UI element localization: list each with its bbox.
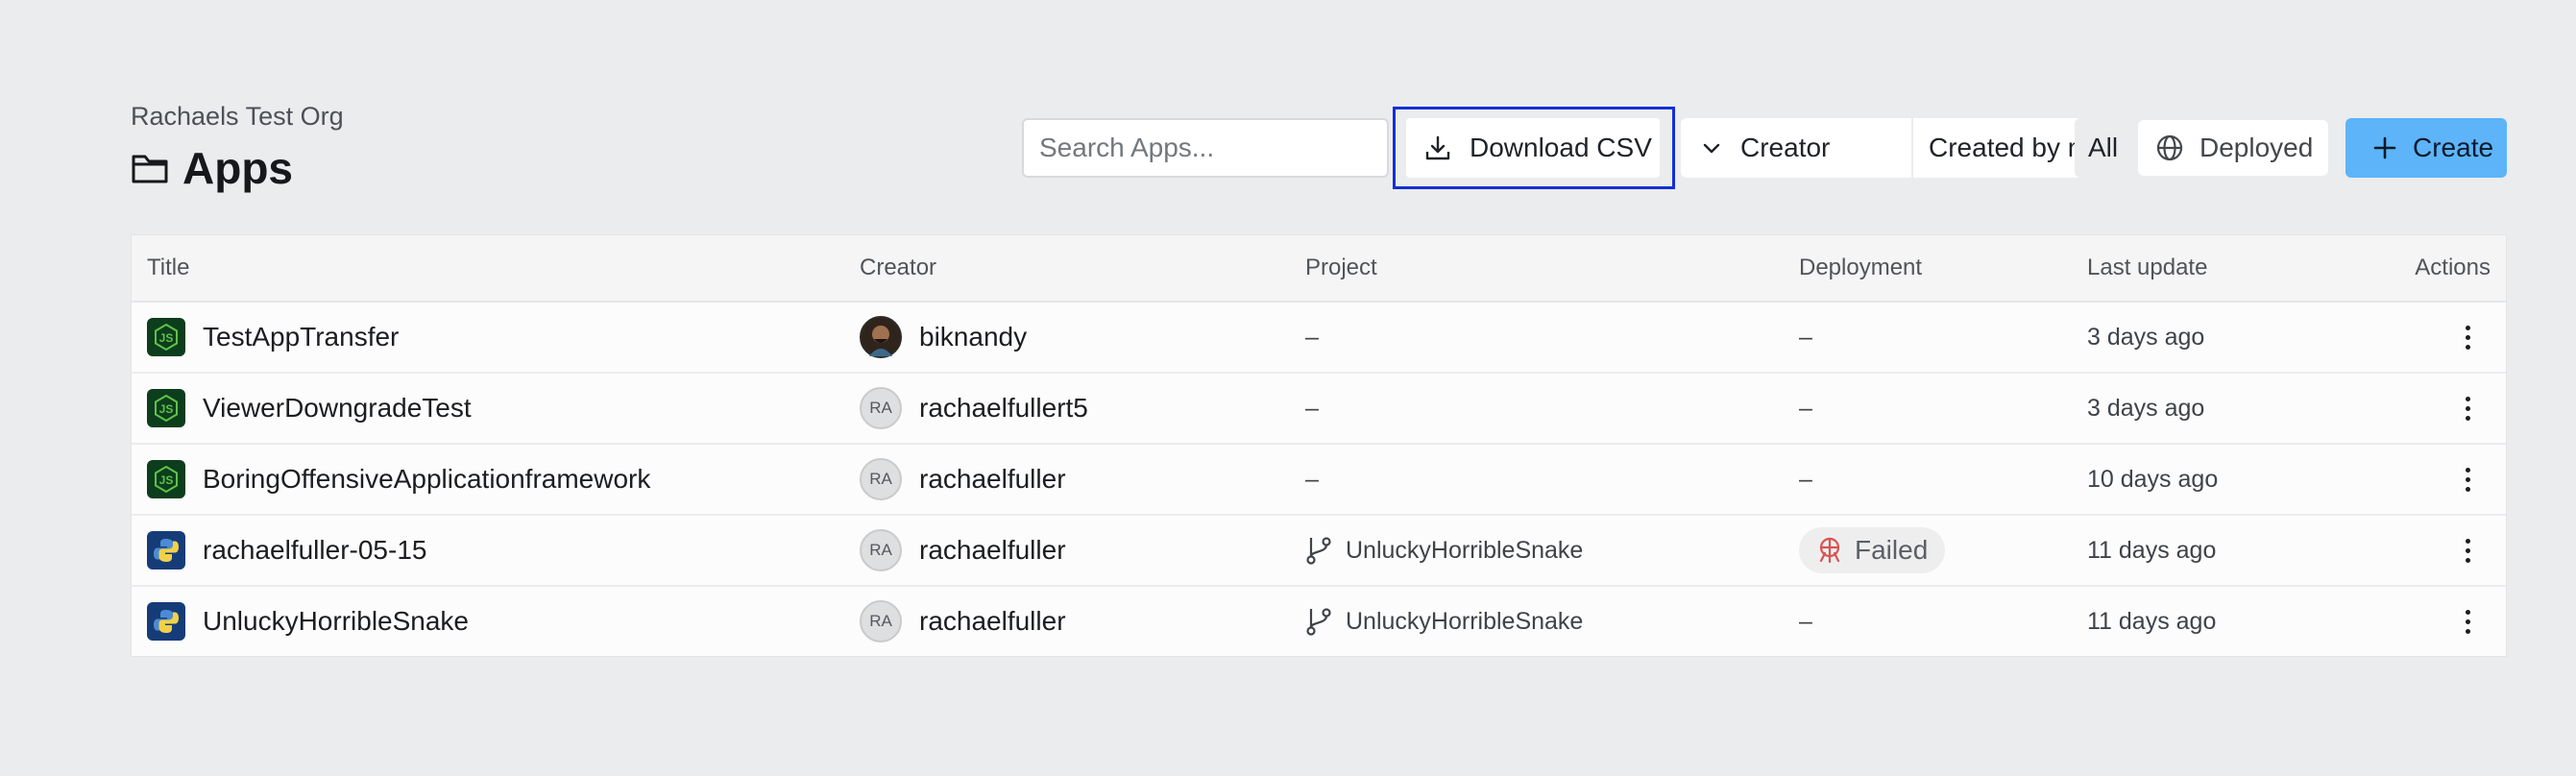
chevron-down-icon	[1703, 143, 1720, 154]
last-update: 3 days ago	[2087, 394, 2205, 422]
filter-deployed-label: Deployed	[2199, 133, 2314, 162]
avatar: RA	[860, 600, 902, 643]
table-row[interactable]: JS TestAppTransfer biknandy – – 3 days a…	[132, 303, 2506, 374]
app-title-link[interactable]: BoringOffensiveApplicationframework	[203, 464, 650, 495]
git-branch-icon	[1306, 608, 1331, 636]
avatar	[860, 316, 902, 358]
column-header-last-update[interactable]: Last update	[2087, 235, 2207, 301]
python-icon	[147, 531, 185, 570]
creator-filter-label: Creator	[1740, 133, 1831, 162]
column-header-title[interactable]: Title	[147, 235, 189, 301]
create-button[interactable]: Create	[2345, 118, 2507, 178]
avatar: RA	[860, 458, 902, 500]
failed-rocket-icon	[1819, 537, 1840, 564]
project-name[interactable]: UnluckyHorribleSnake	[1346, 608, 1583, 636]
more-actions-icon[interactable]	[2458, 325, 2477, 350]
filter-deployed-option[interactable]: Deployed	[2138, 120, 2328, 176]
svg-text:JS: JS	[159, 402, 174, 416]
status-badge: Failed	[1799, 527, 1946, 573]
avatar: RA	[860, 529, 902, 571]
app-title-link[interactable]: rachaelfuller-05-15	[203, 535, 426, 566]
apps-table: Title Creator Project Deployment Last up…	[131, 234, 2507, 657]
download-csv-button[interactable]: Download CSV	[1406, 118, 1660, 178]
create-label: Create	[2413, 133, 2494, 162]
filter-all-label: All	[2088, 133, 2119, 162]
search-box[interactable]	[1022, 118, 1389, 178]
table-row[interactable]: JS ViewerDowngradeTest RA rachaelfullert…	[132, 374, 2506, 445]
folder-icon	[132, 155, 168, 183]
svg-text:JS: JS	[159, 331, 174, 345]
more-actions-icon[interactable]	[2458, 396, 2477, 421]
last-update: 3 days ago	[2087, 323, 2205, 351]
search-input[interactable]	[1024, 132, 1388, 164]
python-icon	[147, 602, 185, 641]
table-header: Title Creator Project Deployment Last up…	[132, 235, 2506, 303]
column-header-creator[interactable]: Creator	[860, 235, 936, 301]
nodejs-icon: JS	[147, 460, 185, 498]
last-update: 11 days ago	[2087, 607, 2217, 635]
deployment-status: Failed	[1855, 535, 1929, 565]
column-header-deployment[interactable]: Deployment	[1799, 235, 1922, 301]
column-header-actions: Actions	[2415, 255, 2491, 280]
project-name: –	[1305, 323, 1319, 351]
creator-name: rachaelfuller	[919, 535, 1066, 565]
creator-name: rachaelfullert5	[919, 393, 1088, 423]
more-actions-icon[interactable]	[2458, 467, 2477, 492]
download-csv-label: Download CSV	[1470, 133, 1652, 162]
creator-name: rachaelfuller	[919, 606, 1066, 636]
column-header-project[interactable]: Project	[1305, 235, 1377, 301]
table-row[interactable]: UnluckyHorribleSnake RA rachaelfuller Un…	[132, 587, 2506, 656]
globe-icon	[2156, 134, 2183, 161]
table-row[interactable]: JS BoringOffensiveApplicationframework R…	[132, 445, 2506, 516]
download-icon	[1425, 135, 1450, 160]
page-title-text: Apps	[182, 143, 293, 193]
creator-filter-dropdown[interactable]: Creator	[1681, 118, 1913, 178]
creator-name: rachaelfuller	[919, 464, 1066, 494]
app-title-link[interactable]: TestAppTransfer	[203, 322, 399, 352]
table-row[interactable]: rachaelfuller-05-15 RA rachaelfuller Unl…	[132, 516, 2506, 587]
svg-text:JS: JS	[159, 473, 174, 487]
git-branch-icon	[1306, 537, 1331, 565]
org-name: Rachaels Test Org	[131, 102, 344, 131]
more-actions-icon[interactable]	[2458, 538, 2477, 563]
more-actions-icon[interactable]	[2458, 609, 2477, 634]
nodejs-icon: JS	[147, 318, 185, 356]
plus-icon	[2373, 136, 2396, 159]
avatar: RA	[860, 387, 902, 429]
project-name: –	[1305, 465, 1319, 493]
deployment-status: –	[1799, 323, 1812, 351]
nodejs-icon: JS	[147, 389, 185, 427]
app-title-link[interactable]: UnluckyHorribleSnake	[203, 606, 469, 637]
app-title-link[interactable]: ViewerDowngradeTest	[203, 393, 472, 424]
last-update: 10 days ago	[2087, 465, 2219, 493]
creator-name: biknandy	[919, 322, 1028, 352]
deployment-status: –	[1799, 607, 1812, 635]
project-name[interactable]: UnluckyHorribleSnake	[1346, 537, 1583, 565]
page-title: Apps	[131, 142, 293, 194]
filter-all-option[interactable]: All	[2088, 118, 2118, 178]
last-update: 11 days ago	[2087, 536, 2217, 564]
deployment-status: –	[1799, 394, 1812, 422]
project-name: –	[1305, 394, 1319, 422]
deployment-status: –	[1799, 465, 1812, 493]
